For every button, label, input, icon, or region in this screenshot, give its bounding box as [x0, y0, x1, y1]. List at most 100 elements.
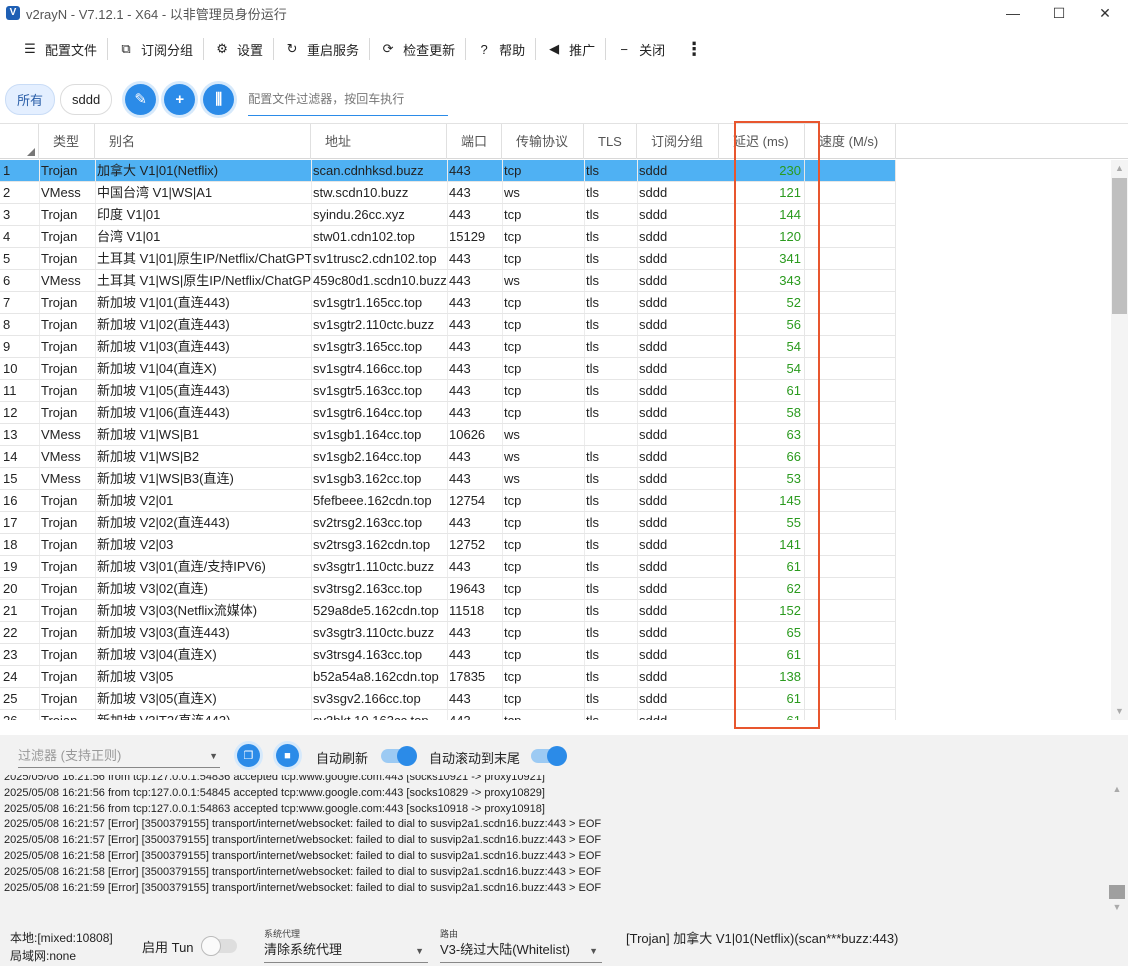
row-type: Trojan [41, 669, 78, 684]
column-header-name[interactable]: 别名 [95, 124, 311, 159]
help-button[interactable]: ? 帮助 [466, 34, 535, 64]
cell-divider [311, 402, 312, 423]
cell-divider [502, 556, 503, 577]
log-scroll-up-icon[interactable]: ▲ [1109, 781, 1125, 797]
tab-all[interactable]: 所有 [5, 83, 56, 115]
log-scrollbar-thumb[interactable] [1109, 885, 1125, 899]
clear-log-button[interactable]: ■ [276, 744, 299, 767]
scroll-down-icon[interactable]: ▼ [1111, 703, 1128, 720]
close-app-button[interactable]: − 关闭 [606, 34, 675, 64]
row-tls: tls [586, 493, 599, 508]
column-header-speed[interactable]: 速度 (M/s) [805, 124, 896, 159]
table-row[interactable]: 24 Trojan 新加坡 V3|05 b52a54a8.162cdn.top 1783… [0, 666, 896, 688]
subscription-menu-button[interactable]: ⧉ 订阅分组 [108, 34, 203, 64]
table-row[interactable]: 8 Trojan 新加坡 V1|02(直连443) sv1sgtr2.110ctc.b… [0, 314, 896, 336]
gear-icon: ⚙ [216, 41, 228, 56]
log-scroll-down-icon[interactable]: ▼ [1109, 899, 1125, 915]
table-row[interactable]: 21 Trojan 新加坡 V3|03(Netflix流媒体) 529a8de5.16… [0, 600, 896, 622]
row-port: 443 [449, 625, 471, 640]
promotion-button[interactable]: ◀ 推广 [536, 34, 605, 64]
select-all-corner[interactable] [0, 124, 39, 159]
table-row[interactable]: 20 Trojan 新加坡 V3|02(直连) sv3trsg2.163cc.top 1… [0, 578, 896, 600]
copy-log-button[interactable]: ❐ [237, 744, 260, 767]
table-row[interactable]: 10 Trojan 新加坡 V1|04(直连X) sv1sgtr4.166cc.top… [0, 358, 896, 380]
row-tls: tls [586, 625, 599, 640]
cell-divider [502, 182, 503, 203]
row-tls [584, 424, 637, 445]
cell-divider [584, 490, 585, 511]
add-subscription-button[interactable]: + [164, 83, 196, 115]
table-row[interactable]: 9 Trojan 新加坡 V1|03(直连443) sv1sgtr3.165cc.to… [0, 336, 896, 358]
edit-subscription-button[interactable]: ✎ [125, 83, 157, 115]
auto-scroll-toggle[interactable] [531, 746, 567, 766]
settings-menu-button[interactable]: ⚙ 设置 [204, 34, 273, 64]
row-type: Trojan [41, 229, 78, 244]
row-tls: tls [586, 361, 599, 376]
tab-sddd[interactable]: sddd [60, 83, 113, 115]
close-window-button[interactable]: ✕ [1082, 0, 1128, 26]
cell-divider [502, 688, 503, 709]
grid-vertical-scrollbar[interactable]: ▲ ▼ [1111, 160, 1128, 720]
table-row[interactable]: 2 VMess 中国台湾 V1|WS|A1 stw.scdn10.buzz 443 ws t… [0, 182, 896, 204]
cell-divider [584, 600, 585, 621]
log-scrollbar[interactable]: ▲ ▼ [1106, 775, 1128, 915]
table-row[interactable]: 25 Trojan 新加坡 V3|05(直连X) sv3sgv2.166cc.top 4… [0, 688, 896, 710]
profile-filter-input[interactable] [248, 82, 449, 116]
maximize-button[interactable]: ☐ [1036, 0, 1082, 26]
table-row[interactable]: 19 Trojan 新加坡 V3|01(直连/支持IPV6) sv3sgtr1.110… [0, 556, 896, 578]
auto-refresh-toggle[interactable] [381, 746, 417, 766]
profiles-menu-button[interactable]: ☰ 配置文件 [12, 34, 107, 64]
row-subscription: sddd [639, 515, 668, 530]
table-row[interactable]: 23 Trojan 新加坡 V3|04(直连X) sv3trsg4.163cc.top… [0, 644, 896, 666]
row-speed [805, 226, 896, 247]
table-row[interactable]: 14 VMess 新加坡 V1|WS|B2 sv1sgb2.164cc.top 443 w… [0, 446, 896, 468]
column-header-port[interactable]: 端口 [447, 124, 502, 159]
table-row[interactable]: 5 Trojan 土耳其 V1|01|原生IP/Netflix/ChatGPT sv1… [0, 248, 896, 270]
table-row[interactable]: 12 Trojan 新加坡 V1|06(直连443) sv1sgtr6.164cc.t… [0, 402, 896, 424]
column-header-type[interactable]: 类型 [39, 124, 95, 159]
cell-divider [39, 468, 40, 489]
cell-divider [311, 424, 312, 445]
table-row[interactable]: 26Trojan新加坡 V3|T2(直连443)sv3bkt.10.163cc.… [0, 710, 896, 720]
scroll-up-icon[interactable]: ▲ [1111, 160, 1128, 177]
cell-divider [447, 446, 448, 467]
table-row[interactable]: 3 Trojan 印度 V1|01 syindu.26cc.xyz 443 tcp tls s… [0, 204, 896, 226]
table-row[interactable]: 4 Trojan 台湾 V1|01 stw01.cdn102.top 15129 tcp t… [0, 226, 896, 248]
row-address: 529a8de5.162cdn.top [313, 603, 439, 618]
check-update-button[interactable]: ⟳ 检查更新 [370, 34, 465, 64]
log-output-panel[interactable]: 2025/05/08 16:21:56 from tcp:127.0.0.1:5… [0, 775, 1128, 915]
column-header-tls[interactable]: TLS [584, 124, 637, 159]
table-row[interactable]: 11 Trojan 新加坡 V1|05(直连443) sv1sgtr5.163cc.t… [0, 380, 896, 402]
cell-divider [502, 314, 503, 335]
table-row[interactable]: 6 VMess 土耳其 V1|WS|原生IP/Netflix/ChatGPT 459c… [0, 270, 896, 292]
split-subscription-button[interactable]: ⫼ [203, 83, 235, 115]
row-speed [805, 600, 896, 621]
column-header-subscription[interactable]: 订阅分组 [637, 124, 719, 159]
table-row[interactable]: 13 VMess 新加坡 V1|WS|B1 sv1sgb1.164cc.top 1062… [0, 424, 896, 446]
scrollbar-thumb[interactable] [1112, 178, 1127, 314]
restart-service-button[interactable]: ↻ 重启服务 [274, 34, 369, 64]
tun-toggle[interactable] [201, 936, 237, 956]
table-row[interactable]: 15 VMess 新加坡 V1|WS|B3(直连) sv1sgb3.162cc.top… [0, 468, 896, 490]
routing-select[interactable]: V3-绕过大陆(Whitelist) ▼ [440, 939, 602, 963]
row-network: tcp [504, 493, 522, 508]
minimize-button[interactable]: — [990, 0, 1036, 26]
column-header-delay[interactable]: 延迟 (ms) [719, 124, 805, 159]
row-delay: 138 [719, 666, 805, 687]
table-row[interactable]: 22 Trojan 新加坡 V3|03(直连443) sv3sgtr3.110ctc.… [0, 622, 896, 644]
table-row[interactable]: 1 Trojan 加拿大 V1|01(Netflix) scan.cdnhksd.bu… [0, 160, 896, 182]
log-filter-combobox[interactable]: 过滤器 (支持正则) ▼ [18, 744, 220, 768]
table-row[interactable]: 18 Trojan 新加坡 V2|03 sv2trsg3.162cdn.top 1275… [0, 534, 896, 556]
row-delay: 52 [719, 292, 805, 313]
column-header-address[interactable]: 地址 [311, 124, 447, 159]
table-row[interactable]: 16 Trojan 新加坡 V2|01 5fefbeee.162cdn.top 1275… [0, 490, 896, 512]
row-index: 5 [3, 251, 11, 266]
more-options-icon[interactable]: ⋮ [675, 40, 713, 58]
sysproxy-select[interactable]: 清除系统代理 ▼ [264, 939, 428, 963]
cell-divider [637, 314, 638, 335]
table-row[interactable]: 17 Trojan 新加坡 V2|02(直连443) sv2trsg2.163cc.t… [0, 512, 896, 534]
column-header-network[interactable]: 传输协议 [502, 124, 584, 159]
cell-divider [637, 644, 638, 665]
table-row[interactable]: 7 Trojan 新加坡 V1|01(直连443) sv1sgtr1.165cc.to… [0, 292, 896, 314]
row-network: tcp [504, 229, 522, 244]
